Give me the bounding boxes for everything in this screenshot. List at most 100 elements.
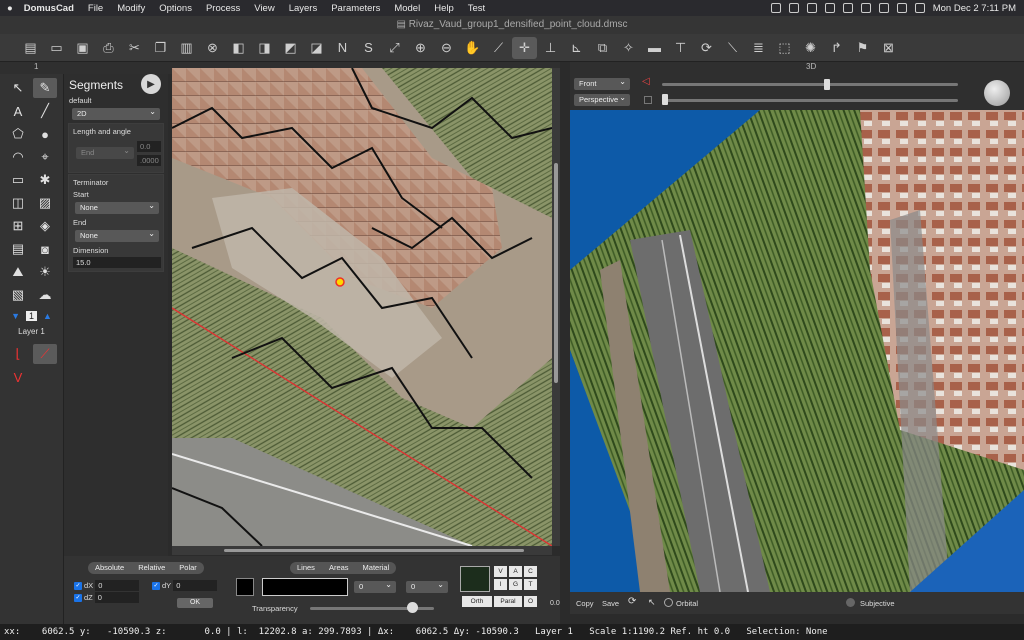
tab-absolute[interactable]: Absolute	[88, 562, 131, 574]
dx-checkbox[interactable]: ✓	[74, 581, 82, 590]
box-x-icon[interactable]: ⊠	[876, 37, 901, 59]
menu-options[interactable]: Options	[152, 3, 199, 14]
ruler-icon[interactable]: ⊤	[668, 37, 693, 59]
projection-select[interactable]: Perspective	[574, 92, 630, 106]
layer-number[interactable]: 1	[25, 311, 37, 321]
tiles-icon[interactable]: ◈	[33, 216, 57, 236]
back-triangle-icon[interactable]: ◁	[642, 76, 650, 87]
layer-down-icon[interactable]: ▼	[11, 311, 20, 321]
crosshair-icon[interactable]: ✛	[512, 36, 537, 59]
plan-view-2d[interactable]	[172, 68, 552, 546]
length-field[interactable]: 0.0	[137, 141, 161, 152]
layer-up-icon[interactable]: ▲	[43, 311, 52, 321]
axis-icon[interactable]: ⊾	[564, 37, 589, 59]
orbital-radio[interactable]	[664, 598, 673, 607]
line-icon[interactable]: ╱	[33, 101, 57, 121]
rotate-icon[interactable]: ⟳	[694, 37, 719, 59]
wheel-icon[interactable]: ✺	[798, 37, 823, 59]
line-diag-icon[interactable]: ⟋	[486, 37, 511, 59]
circle-icon[interactable]: ●	[33, 124, 57, 144]
clock[interactable]: Mon Dec 2 7:11 PM	[933, 3, 1016, 14]
save-3d-button[interactable]: Save	[602, 599, 619, 608]
spotlight-icon[interactable]	[896, 3, 907, 13]
stripe-icon[interactable]: ▬	[642, 37, 667, 59]
magic-wand-icon[interactable]: ✧	[616, 37, 641, 59]
menu-help[interactable]: Help	[427, 3, 461, 14]
cancel-icon[interactable]: ⊗	[200, 37, 225, 59]
key-a[interactable]: A	[509, 566, 522, 577]
dy-field[interactable]: 0	[173, 580, 218, 591]
corner-icon[interactable]: ⌊	[6, 344, 30, 364]
pan-hand-icon[interactable]: ✋	[460, 37, 485, 59]
zoom-in-icon[interactable]: ⊕	[408, 37, 433, 59]
map-scrollbar-horizontal[interactable]	[172, 546, 552, 555]
rotation-dial[interactable]	[984, 80, 1010, 106]
view-direction-select[interactable]: Front	[574, 76, 630, 90]
subjective-radio[interactable]	[846, 598, 855, 607]
measure-icon[interactable]: ⟍	[720, 37, 745, 59]
rectangle-icon[interactable]: ▭	[6, 170, 30, 190]
dimension-icon[interactable]: ⌖	[33, 147, 57, 167]
line-type-select[interactable]: 0	[406, 579, 448, 593]
pointer-icon[interactable]: ↖	[6, 78, 30, 98]
layer-stack-2-icon[interactable]: ◨	[252, 37, 277, 59]
tab-polar[interactable]: Polar	[172, 562, 204, 574]
landscape-icon[interactable]: ⛰	[6, 262, 30, 282]
hatch-icon[interactable]: ▨	[33, 193, 57, 213]
cube-arrow-icon[interactable]: ⬚	[772, 37, 797, 59]
tab-material[interactable]: Material	[356, 562, 397, 574]
dy-checkbox[interactable]: ✓	[152, 581, 160, 590]
key-t[interactable]: T	[524, 579, 537, 590]
key-c[interactable]: C	[524, 566, 537, 577]
o-button[interactable]: O	[524, 596, 537, 607]
fit-view-icon[interactable]: ⤢	[382, 37, 407, 59]
vee-icon[interactable]: V	[6, 367, 30, 387]
key-i[interactable]: I	[494, 579, 507, 590]
parallel-button[interactable]: Paral	[494, 596, 522, 607]
line-width-select[interactable]: 0	[354, 579, 396, 593]
arrow-tool-icon[interactable]: ↖	[648, 597, 656, 608]
grid-icon[interactable]: ⊞	[6, 216, 30, 236]
dz-field[interactable]: 0	[94, 592, 139, 603]
zoom-out-icon[interactable]: ⊖	[434, 37, 459, 59]
layer-stack-3-icon[interactable]: ◩	[278, 37, 303, 59]
pencil-icon[interactable]: ✎	[33, 78, 57, 98]
apple-icon[interactable]: ●	[0, 3, 20, 14]
asterisk-icon[interactable]: ✱	[33, 170, 57, 190]
map-scroll-thumb-v[interactable]	[554, 163, 558, 383]
layer-stack-4-icon[interactable]: ◪	[304, 37, 329, 59]
mode-select[interactable]: 2D	[72, 106, 160, 120]
cloud-icon[interactable]: ☁	[33, 285, 57, 305]
angle-field[interactable]: .0000	[137, 155, 161, 166]
shape-icon[interactable]: ⬠	[6, 124, 30, 144]
key-v[interactable]: V	[494, 566, 507, 577]
menu-file[interactable]: File	[81, 3, 110, 14]
print-icon[interactable]: ⎙	[96, 37, 121, 59]
camera-icon[interactable]: ◙	[33, 239, 57, 259]
new-file-icon[interactable]: ▤	[18, 37, 43, 59]
frame-icon[interactable]: ▤	[6, 239, 30, 259]
open-folder-icon[interactable]: ▭	[44, 37, 69, 59]
diagonal-icon[interactable]: ⟋	[33, 344, 57, 364]
paste-icon[interactable]: ▥	[174, 37, 199, 59]
tab-lines[interactable]: Lines	[290, 562, 322, 574]
dimension-field[interactable]: 15.0	[73, 257, 161, 268]
dz-checkbox[interactable]: ✓	[74, 593, 82, 602]
status-icon-3[interactable]	[806, 3, 817, 13]
view-cube-preview[interactable]	[460, 566, 490, 592]
end-select-disabled[interactable]: End	[76, 145, 134, 159]
ok-button[interactable]: OK	[177, 598, 213, 608]
menu-layers[interactable]: Layers	[282, 3, 325, 14]
north-letter-icon[interactable]: N	[330, 37, 355, 59]
view-slider-2[interactable]	[662, 99, 958, 102]
status-icon-2[interactable]	[788, 3, 799, 13]
app-menu[interactable]: DomusCad	[20, 3, 81, 14]
view-slider-1-knob[interactable]	[824, 79, 830, 90]
status-icon-1[interactable]	[770, 3, 781, 13]
color-swatch[interactable]	[236, 578, 254, 596]
perpendicular-icon[interactable]: ⊥	[538, 37, 563, 59]
line-color-preview[interactable]	[262, 578, 348, 596]
text-icon[interactable]: A	[6, 101, 30, 121]
save-icon[interactable]: ▣	[70, 37, 95, 59]
menu-view[interactable]: View	[247, 3, 281, 14]
